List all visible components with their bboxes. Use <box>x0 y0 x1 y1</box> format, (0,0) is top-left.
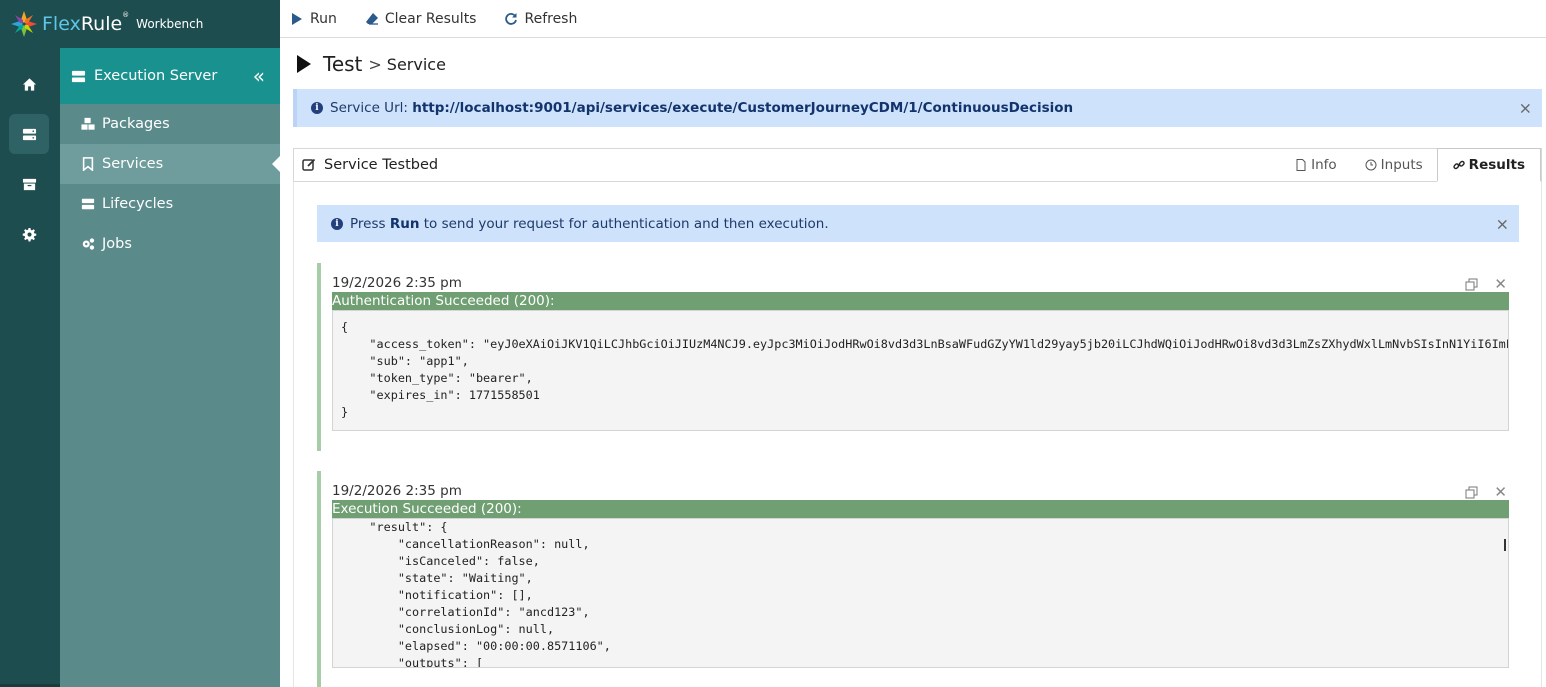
run-hint-bold: Run <box>389 215 420 232</box>
sidebar: Execution Server « Packages Services Lif… <box>60 48 280 687</box>
server-icon <box>71 70 86 82</box>
collapse-sidebar-button[interactable]: « <box>253 66 265 86</box>
result-json[interactable]: "result": { "cancellationReason": null, … <box>332 518 1509 668</box>
info-icon: i <box>311 102 323 114</box>
service-url-label: Service Url: <box>330 100 408 116</box>
tab-info[interactable]: Info <box>1281 148 1351 182</box>
sidebar-item-packages[interactable]: Packages <box>60 104 280 144</box>
run-hint-prefix: Press <box>350 215 386 232</box>
sidebar-item-lifecycles[interactable]: Lifecycles <box>60 184 280 224</box>
refresh-label: Refresh <box>524 10 578 27</box>
result-timestamp: 19/2/2026 2:35 pm <box>332 275 462 291</box>
tab-info-label: Info <box>1311 157 1337 173</box>
result-tools: ✕ <box>1465 483 1509 501</box>
page-title-main: Test <box>323 52 363 76</box>
sidebar-title: Execution Server <box>94 68 218 84</box>
sidebar-item-label: Services <box>102 156 164 172</box>
cogs-icon <box>82 238 95 250</box>
sidebar-header: Execution Server « <box>60 48 280 104</box>
run-button[interactable]: Run <box>290 11 337 27</box>
testbed-tabs: Info Inputs Results <box>1281 148 1541 182</box>
service-url-link[interactable]: http://localhost:9001/api/services/execu… <box>412 100 1073 116</box>
tab-inputs[interactable]: Inputs <box>1351 148 1437 182</box>
eraser-icon <box>365 12 378 25</box>
testbed-title-label: Service Testbed <box>324 157 439 173</box>
clear-results-button[interactable]: Clear Results <box>365 10 477 27</box>
sidebar-item-label: Jobs <box>102 236 132 252</box>
result-tools: ✕ <box>1465 275 1509 293</box>
page-title-sub: Service <box>386 54 446 74</box>
cubes-icon <box>81 117 95 130</box>
edit-icon <box>302 158 316 171</box>
copy-icon[interactable] <box>1465 486 1478 499</box>
file-icon <box>1296 159 1306 171</box>
status-banner: Authentication Succeeded (200): <box>332 292 1509 310</box>
sidebar-item-jobs[interactable]: Jobs <box>60 224 280 264</box>
product-name: Workbench <box>136 17 204 31</box>
run-hint-alert: i Press Run to send your request for aut… <box>317 205 1519 242</box>
gear-icon[interactable] <box>9 214 49 254</box>
server-icon[interactable] <box>9 114 49 154</box>
status-banner: Execution Succeeded (200): <box>332 500 1509 518</box>
tab-results[interactable]: Results <box>1436 148 1541 182</box>
info-icon: i <box>331 217 343 230</box>
breadcrumb-separator: > <box>368 54 382 74</box>
scrollbar[interactable] <box>1504 539 1506 551</box>
close-icon[interactable]: × <box>1496 214 1509 233</box>
page-title: Test > Service <box>297 52 446 76</box>
link-icon <box>1453 160 1465 169</box>
close-icon[interactable]: ✕ <box>1494 483 1507 501</box>
bookmark-icon <box>82 157 94 171</box>
server-icon <box>81 198 95 210</box>
sidebar-item-label: Lifecycles <box>102 196 174 212</box>
play-icon <box>297 55 311 73</box>
close-icon[interactable]: ✕ <box>1494 275 1507 293</box>
service-url-alert: i Service Url: http://localhost:9001/api… <box>293 89 1542 127</box>
clock-icon <box>1365 159 1377 171</box>
close-icon[interactable]: × <box>1519 99 1532 118</box>
brand-name: FlexRule® <box>42 11 130 35</box>
copy-icon[interactable] <box>1465 278 1478 291</box>
clear-results-label: Clear Results <box>384 10 477 27</box>
run-hint-suffix: to send your request for authentication … <box>423 215 829 232</box>
refresh-icon <box>505 12 518 25</box>
archive-icon[interactable] <box>9 164 49 204</box>
toolbar: Run Clear Results Refresh <box>280 0 1546 38</box>
sidebar-item-services[interactable]: Services <box>60 144 280 184</box>
testbed-header: Service Testbed Info Inputs Results <box>293 148 1542 182</box>
result-card: 19/2/2026 2:35 pm ✕ "result": { "cancell… <box>317 471 1509 687</box>
home-icon[interactable] <box>9 64 49 104</box>
sidebar-item-label: Packages <box>102 116 170 132</box>
flexrule-logo-icon <box>11 11 37 37</box>
result-timestamp: 19/2/2026 2:35 pm <box>332 483 462 499</box>
run-label: Run <box>310 10 337 27</box>
tab-results-label: Results <box>1468 156 1525 173</box>
app-logo[interactable]: FlexRule® Workbench <box>0 0 280 48</box>
result-json[interactable]: { "access_token": "eyJ0eXAiOiJKV1QiLCJhb… <box>332 310 1509 431</box>
testbed-title: Service Testbed <box>302 157 438 173</box>
play-icon <box>292 12 302 25</box>
result-card: 19/2/2026 2:35 pm ✕ Authentication Succe… <box>317 263 1509 451</box>
icon-rail <box>0 0 60 687</box>
tab-inputs-label: Inputs <box>1380 157 1423 173</box>
refresh-button[interactable]: Refresh <box>504 11 577 27</box>
